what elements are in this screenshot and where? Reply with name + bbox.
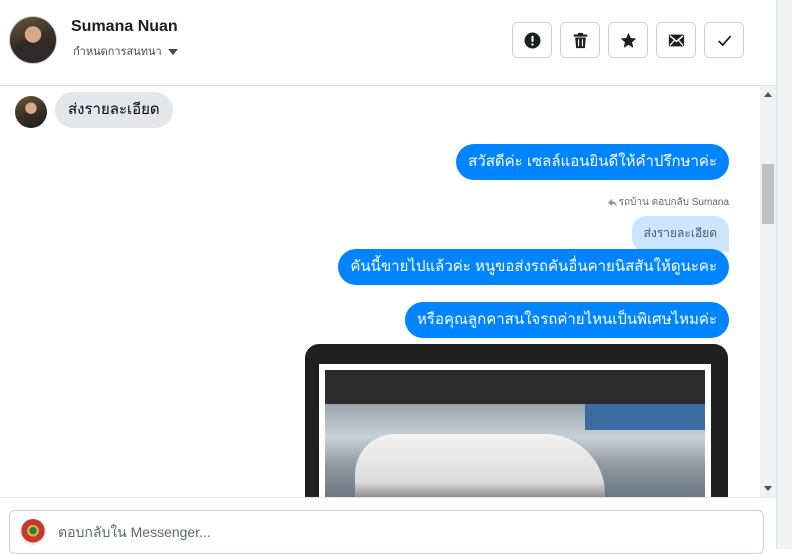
reply-indicator: รถบ้าน ตอบกลับ Sumana xyxy=(607,195,729,210)
sender-avatar xyxy=(15,96,47,128)
mark-done-button[interactable] xyxy=(704,22,744,58)
sent-message[interactable]: คันนี้ขายไปแล้วค่ะ หนูขอส่งรถคันอื่นคายน… xyxy=(338,249,729,285)
thread-scrollbar[interactable] xyxy=(760,86,776,497)
sent-message[interactable]: หรือคุณลูกคาสนใจรถค่ายไหนเป็นพิเศษไหมค่ะ xyxy=(405,302,729,338)
check-icon xyxy=(717,34,731,46)
contact-name[interactable]: Sumana Nuan xyxy=(71,18,178,36)
received-message[interactable]: ส่งรายละเอียด xyxy=(55,92,173,128)
reply-input[interactable] xyxy=(58,511,748,553)
mark-spam-button[interactable] xyxy=(512,22,552,58)
pickup-truck xyxy=(355,434,605,497)
contact-avatar[interactable] xyxy=(9,16,57,64)
composer xyxy=(0,497,776,554)
star-icon xyxy=(620,32,636,48)
image-frame xyxy=(319,364,711,497)
car-photo xyxy=(325,404,705,497)
composer-box xyxy=(9,510,764,554)
sent-message[interactable]: สวัสดีค่ะ เซลล์แอนยินดีให้คำปรึกษาค่ะ xyxy=(456,144,729,180)
status-dropdown[interactable]: กำหนดการสนทนา xyxy=(73,42,178,60)
scroll-down-icon[interactable] xyxy=(764,486,772,491)
scroll-up-icon[interactable] xyxy=(764,92,772,97)
star-button[interactable] xyxy=(608,22,648,58)
envelope-icon xyxy=(668,34,684,46)
trash-icon xyxy=(573,32,587,48)
reply-meta-text: รถบ้าน ตอบกลับ Sumana xyxy=(618,197,729,208)
action-toolbar xyxy=(512,22,744,58)
message-thread[interactable]: ส่งรายละเอียด สวัสดีค่ะ เซลล์แอนยินดีให้… xyxy=(0,86,760,497)
reply-arrow-icon xyxy=(607,198,617,206)
conversation-header: Sumana Nuan กำหนดการสนทนา xyxy=(0,0,776,86)
mark-unread-button[interactable] xyxy=(656,22,696,58)
window-edge xyxy=(776,0,792,549)
quoted-message[interactable]: ส่งรายละเอียด xyxy=(631,216,729,252)
chevron-down-icon xyxy=(167,48,178,55)
scrollbar-thumb[interactable] xyxy=(762,164,774,224)
image-attachment[interactable] xyxy=(305,344,728,497)
status-label: กำหนดการสนทนา xyxy=(73,46,162,58)
delete-button[interactable] xyxy=(560,22,600,58)
page-avatar xyxy=(20,519,46,545)
exclamation-icon xyxy=(524,32,540,48)
showroom-roof xyxy=(585,404,705,430)
image-top-band xyxy=(325,370,705,404)
